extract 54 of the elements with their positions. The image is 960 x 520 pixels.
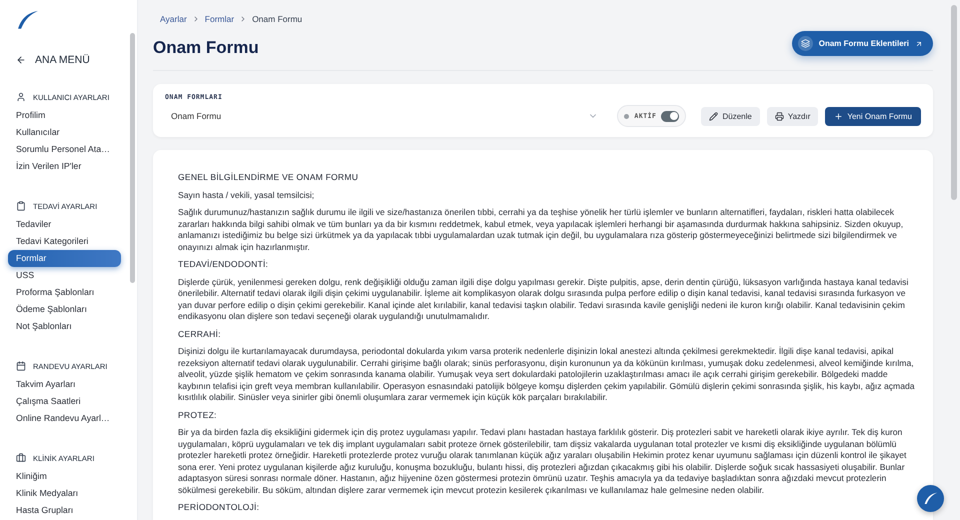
pencil-icon xyxy=(709,112,718,120)
paragraph: Dişinizi dolgu ile kurtarılamayacak durumdaysa, periodontal dokularda yıkım varsa proterik nedenlerle dişinizin lokal anestezi altında çekilmesi gerekmektedir. İlgili dişe kanal tedavisi, apikal rezeksiyon alternatif tedavi olarak uygulunabilir. Cerrahi girişime bağlı olarak; sinüs perforasyonu, dişin kuronunun ya da kökünün kırılması, yumuşak doku zedelenmesi, alveol kemiğinde kırılma, alveolit, yüzde şişlik hematom ve çekim sonrasında kanama olabilir. Yumuşak veya sert dokulardaki patolojilerin uzaklaştırılması amacı ile açık cerrahi girişim gerekebilir. Bölgedeki madde kaybının telafisi için greft veya membran kullanılabilir. Operasyon esnasındaki patolijik bölgeye komşu dişlerden çekim yapılabilir. Gömülü dişlerin çekimi sonrasında şişlik, his kaybı, ağız açmada kısıtlılık olabilir. Sinüsler veya sinirler gibi önemli oluşumlara zarar vermemek için küçük kök parçaları bırakılabilir. xyxy=(178,346,916,404)
sidebar-item[interactable]: Formlar xyxy=(8,250,121,267)
extensions-button[interactable]: Onam Formu Eklentileri xyxy=(792,31,933,56)
layers-icon xyxy=(800,39,810,48)
section-heading: TEDAVİ/ENDODONTİ: xyxy=(178,259,270,270)
sidebar-item[interactable]: Tedaviler xyxy=(0,216,125,233)
section-heading: PERİODONTOLOJİ: xyxy=(178,502,260,514)
sidebar-item[interactable]: Not Şablonları xyxy=(0,318,125,335)
scrollbar[interactable] xyxy=(951,5,957,200)
sidebar-item[interactable]: Tedavi Kategorileri xyxy=(0,233,125,250)
sidebar-item[interactable]: Ödeme Şablonları xyxy=(0,301,125,318)
plus-icon xyxy=(834,112,844,120)
section-heading: GENEL BİLGİLENDİRME VE ONAM FORMU xyxy=(178,172,360,184)
user-icon xyxy=(16,92,26,102)
scrollbar[interactable] xyxy=(130,33,135,283)
sidebar-item[interactable]: Proforma Şablonları xyxy=(0,284,125,301)
sidebar-item[interactable]: Takvim Ayarları xyxy=(0,376,125,393)
back-arrow-icon xyxy=(16,55,26,65)
paragraph: Bir ya da birden fazla diş eksikliğini gidermek için diş protez uygulaması yapılır. Tedavi planı hastadan hastaya farklılık gösterir. Diş protezleri sabit ve hareketli olarak ikiye ayrılır. Tek diş kuron uygulamaları, köprü uygulamaları ve tek diş implant uygulamaları sabit proteze örnek gösterilebilir, tam dişsiz vakalarda uygulanan total protezler ve kısmi diş eksikliğinde uygulanan bölümlü protezler hareketli protez örneğidir. Hareketli protezlerde protez vuruğu olarak tanımlanan küçük ağız yaraları oluşabilin Hekimin protez kenar uyumunu sağlaması için düzenli kontrol ile şikayet sona erer. Yeni protez uygulanan kişilerde ağız kuruluğu, konuşma bozukluğu, bulantı hissi, diş protezleri ağızdan çıkacakmış gibi his olabilir. Dişlerde soğuk sıcak hassasiyeti oluşabilir. Bunlar adaptasyon süresi sonrası normale döner. Hastanın, ağız hijyenine özen göstermesi protezin ömrünü uzatır. Teşhis amacıyla ya da tedaviye başladıktan sonra ağızdaki mevcut protezlerin sökülmesi gerekebilir. Bu söküm, altından dişlere zarar vermemek için mevcut protezin kesilerek çıkarılması ve kullanılamaz hale gelmesine neden olabilir. xyxy=(178,427,908,496)
sidebar-item[interactable]: Kullanıcılar xyxy=(0,124,125,141)
sidebar-item[interactable]: Sorumlu Personel Ata… xyxy=(0,141,125,158)
paragraph: Sağlık durumunuz/hastanızın sağlık durumu ile ilgili ve size/hastanıza önerilen tıbbi, cerrahi ya da teşhise yönelik her türlü işlemler ve bunların alternatifleri, faydaları, riskleri hatta olabilecek zararları hakkında bilgi sahibi olmak ve tüm bunları ya da bir kısmını reddetmek, kabul etmek, veya yapılacak işlemleri herhangi bir aşamasında durdurmak hakkına sahipsiniz. Sizden okuyup, anlamanızı istediğimiz bu belge sizi ürkütmek ya da yapılacak tıbbi uygulamalardan uzak tutmak için değil, bu uygulamalara rıza gösterip göstermeyeceğinizi belirtmede sizi bilgilendirmek ve onayınızı almak için hazırlanmıştır. xyxy=(178,207,904,253)
section-heading: PROTEZ: xyxy=(178,410,218,421)
form-select[interactable]: Onam Formu xyxy=(165,105,604,127)
back-link[interactable]: ANA MENÜ xyxy=(16,54,125,66)
sidebar-item[interactable]: USS xyxy=(0,267,125,284)
chat-button[interactable] xyxy=(917,485,944,512)
section-heading: CERRAHİ: xyxy=(178,328,222,340)
feather-icon xyxy=(924,492,938,505)
calendar-icon xyxy=(16,361,26,371)
sidebar-item[interactable]: İzin Verilen IP'ler xyxy=(0,158,125,175)
clipboard-icon xyxy=(16,201,26,211)
briefcase-icon xyxy=(16,453,26,463)
sidebar-item[interactable]: Klinik Medyaları xyxy=(0,485,125,502)
sidebar-item[interactable]: Online Randevu Ayarl… xyxy=(0,410,125,427)
current-page-label: Onam Formu xyxy=(252,14,302,24)
toggle-switch[interactable] xyxy=(661,110,680,122)
print-button[interactable]: Yazdır xyxy=(766,106,818,126)
breadcrumb-link[interactable]: Formlar xyxy=(204,14,234,24)
new-form-button[interactable]: Yeni Onam Formu xyxy=(825,106,921,126)
edit-button[interactable]: Düzenle xyxy=(701,106,760,126)
sidebar-item[interactable]: Kliniğim xyxy=(0,468,125,485)
logo-icon xyxy=(17,10,39,30)
paragraph: Sayın hasta / vekili, yasal temsilcisi; xyxy=(178,190,316,201)
status-dot-icon xyxy=(624,114,630,118)
page-title: Onam Formu xyxy=(153,38,259,58)
printer-icon xyxy=(774,112,784,120)
arrow-up-right-icon xyxy=(915,40,923,48)
paragraph: Dişlerde çürük, yenilenmesi gereken dolgu, renk değişikliği olduğu zaman ilgili dişe dolgu yapılması gerekir. Dişte pulpitis, apse, derin dentin çürüğü, lüksasyon varlığında hastaya kanal tedavisi önerilebilir. Alternatif tedavi olarak ilgili dişin çekimi uygulanabilir. İşleme ait komplikasyon olarak dolgu sırasında pulpa perfore edilip o dişin kanal tedavisi, kanal tedavisi sırasında furkasyon ve yan duvar perfore edilip o dişin çekimi gerekebilir. Kanal içinde alet kırılabilir, kanal tedavisi taşkın olabilir. Tedavi sırasında kavile genişliği nedeni ile kuron kırığı olabilir. Kanal tedavisinin çekim endikasyonu olan dişlere son tedavi seçeneği olarak uygulandığı unutulmamalıdır. xyxy=(178,276,910,322)
sidebar-item[interactable]: Hasta Grupları xyxy=(0,502,125,519)
sidebar-item[interactable]: Profilim xyxy=(0,107,125,124)
breadcrumb-link[interactable]: Ayarlar xyxy=(160,14,187,24)
sidebar-item[interactable]: Çalışma Saatleri xyxy=(0,393,125,410)
